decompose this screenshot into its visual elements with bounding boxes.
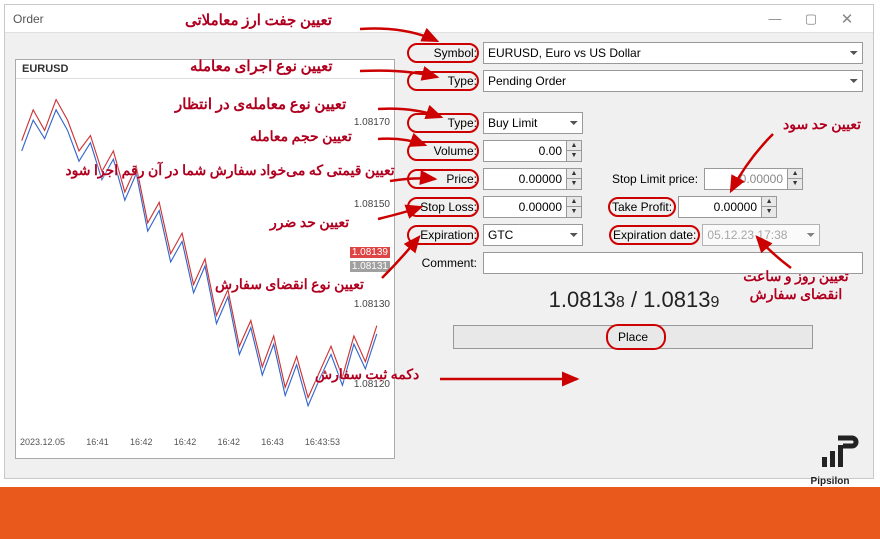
volume-label: Volume: [405,144,477,158]
y-tick: 1.08170 [354,117,390,128]
ann-price: تعیین قیمتی که می‌خواد سفارش شما در آن ر… [65,163,395,180]
volume-spinner[interactable]: ▲▼ [567,140,582,162]
x-tick: 16:43 [261,437,284,447]
pending-type-label: Type: [405,116,477,130]
x-tick: 16:41 [86,437,109,447]
take-profit-label: Take Profit: [612,200,672,214]
minimize-button[interactable]: — [757,5,793,33]
take-profit-spinner[interactable]: ▲▼ [762,196,777,218]
stop-loss-spinner[interactable]: ▲▼ [567,196,582,218]
quote-sep: / [625,287,643,312]
maximize-button[interactable]: ▢ [793,5,829,33]
stop-loss-input[interactable] [483,196,567,218]
y-tick: 1.08150 [354,199,390,210]
expiration-select[interactable]: GTC [483,224,583,246]
take-profit-input[interactable] [678,196,762,218]
ann-order-type: تعیین نوع اجرای معامله [190,57,333,76]
ask-big: 1.0813 [643,287,710,312]
price-input[interactable] [483,168,567,190]
place-button[interactable]: Place [453,325,813,349]
ann-symbol: تعیین جفت ارز معاملاتی [185,11,332,30]
ann-place: دکمه ثبت سفارش [315,367,419,384]
price-spinner[interactable]: ▲▼ [567,168,582,190]
footer-bar [0,487,880,539]
logo-icon [800,435,860,471]
place-label: Place [618,330,648,344]
expiration-label: Expiration: [405,228,477,242]
bid-sm: 8 [616,294,625,311]
expiration-date-label: Expiration date: [613,228,696,242]
order-window: Order — ▢ ✕ EURUSD 1.08170 1.08150 1.081… [4,4,874,479]
price-label: Price: [405,172,477,186]
comment-label: Comment: [405,256,477,270]
ann-take-profit: تعیین حد سود [783,117,861,134]
x-tick: 16:43:53 [305,437,340,447]
ann-pending-type: تعیین نوع معامله‌ی در انتظار [175,95,346,114]
bid-price-tag: 1.08131 [350,261,390,272]
arrow-icon [435,371,585,387]
x-axis: 2023.12.05 16:41 16:42 16:42 16:42 16:43… [16,437,344,447]
symbol-select[interactable]: EURUSD, Euro vs US Dollar [483,42,863,64]
ann-stop-loss: تعیین حد ضرر [270,215,349,232]
y-tick: 1.08130 [354,299,390,310]
stop-limit-spinner: ▲▼ [788,168,803,190]
close-button[interactable]: ✕ [829,5,865,33]
stop-limit-label: Stop Limit price: [612,172,698,186]
chart-panel: EURUSD 1.08170 1.08150 1.08139 1.08131 1… [15,59,395,459]
window-title: Order [13,12,757,26]
ann-expiration-date: تعیین روز و ساعت انقضای سفارش [731,269,861,305]
ann-volume: تعیین حجم معامله [250,129,352,146]
order-type-select[interactable]: Pending Order [483,70,863,92]
brand-logo: Pipsilon [800,435,860,485]
pending-type-select[interactable]: Buy Limit [483,112,583,134]
volume-input[interactable] [483,140,567,162]
stop-limit-input [704,168,788,190]
body-area: EURUSD 1.08170 1.08150 1.08139 1.08131 1… [5,33,873,479]
expiration-date-select: 05.12.23 17:38 [702,224,820,246]
bid-big: 1.0813 [549,287,616,312]
x-tick: 16:42 [130,437,153,447]
x-tick: 16:42 [174,437,197,447]
stop-loss-label: Stop Loss: [405,200,477,214]
x-tick: 2023.12.05 [20,437,65,447]
symbol-label: Symbol: [405,46,477,60]
ask-price-tag: 1.08139 [350,247,390,258]
ann-expiration: تعیین نوع انقضای سفارش [215,277,364,294]
x-tick: 16:42 [217,437,240,447]
order-type-label: Type: [405,74,477,88]
ask-sm: 9 [710,294,719,311]
titlebar: Order — ▢ ✕ [5,5,873,33]
brand-name: Pipsilon [800,476,860,487]
